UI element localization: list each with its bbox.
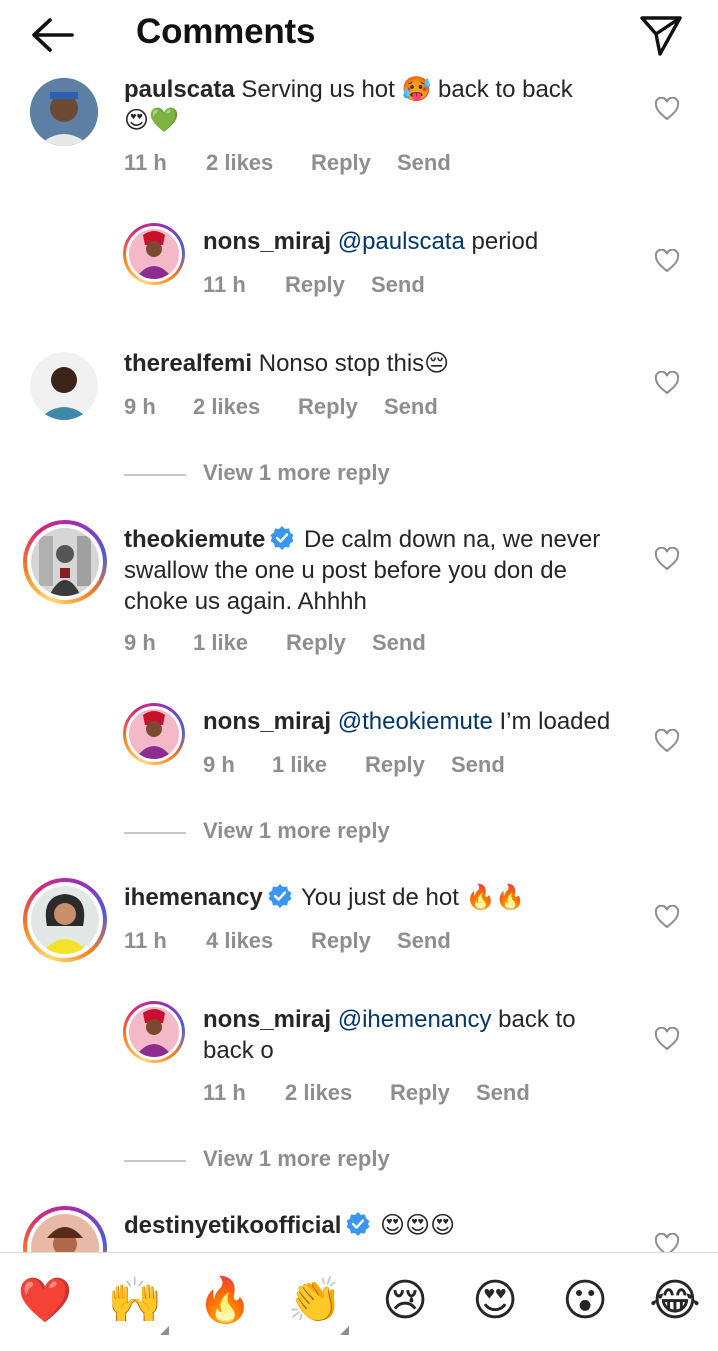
- arrow-left-icon[interactable]: [28, 14, 78, 56]
- comment-text: nons_miraj @theokiemute I’m loaded: [203, 708, 611, 735]
- likes-count[interactable]: 4 likes: [206, 928, 273, 954]
- avatar[interactable]: [23, 1206, 107, 1252]
- likes-count[interactable]: 1 like: [193, 630, 248, 656]
- comment-time: 9 h: [203, 752, 235, 777]
- username[interactable]: destinyetikoofficial: [124, 1212, 341, 1239]
- avatar[interactable]: [23, 520, 107, 604]
- comment-time: 11 h: [203, 1080, 246, 1105]
- send-button[interactable]: Send: [397, 150, 451, 176]
- tears-of-joy-emoji-button[interactable]: 😂: [645, 1276, 705, 1326]
- comment-text: nons_miraj @paulscata period: [203, 228, 539, 255]
- send-button[interactable]: Send: [397, 928, 451, 954]
- heart-eyes-emoji-button[interactable]: 😍: [465, 1276, 525, 1326]
- raising-hands-emoji-button[interactable]: 🙌: [105, 1276, 165, 1326]
- comment-text: destinyetikoofficial 😍😍😍: [124, 1212, 456, 1239]
- comment-time: 11 h: [124, 928, 167, 953]
- reply-button[interactable]: Reply: [390, 1080, 450, 1106]
- likes-count[interactable]: 2 likes: [285, 1080, 352, 1106]
- comment-text: paulscata Serving us hot 🥵 back to back …: [124, 76, 573, 134]
- like-heart-icon[interactable]: [654, 1027, 680, 1051]
- reply-button[interactable]: Reply: [285, 272, 345, 298]
- skin-tone-indicator-icon: [340, 1326, 349, 1335]
- username[interactable]: ihemenancy: [124, 884, 263, 911]
- comment-time: 9 h: [124, 630, 156, 655]
- reply-button[interactable]: Reply: [311, 150, 371, 176]
- comment-text: nons_miraj @ihemenancy back to back o: [203, 1006, 576, 1064]
- quick-reaction-bar: ❤️ 🙌 🔥 👏 😢 😍 😮 😂: [0, 1252, 718, 1351]
- likes-count[interactable]: 2 likes: [206, 150, 273, 176]
- comment-text: therealfemi Nonso stop this😔: [124, 350, 450, 377]
- surprised-face-emoji-button[interactable]: 😮: [555, 1276, 615, 1326]
- top-app-bar: Comments: [0, 0, 718, 70]
- send-button[interactable]: Send: [476, 1080, 530, 1106]
- send-button[interactable]: Send: [371, 272, 425, 298]
- verified-badge-icon: [268, 884, 292, 908]
- like-heart-icon[interactable]: [654, 729, 680, 753]
- reply-button[interactable]: Reply: [298, 394, 358, 420]
- send-button[interactable]: Send: [372, 630, 426, 656]
- paper-plane-icon[interactable]: [636, 10, 686, 60]
- username[interactable]: nons_miraj: [203, 1006, 331, 1033]
- username[interactable]: paulscata: [124, 76, 235, 103]
- clapping-hands-emoji-button[interactable]: 👏: [285, 1276, 345, 1326]
- like-heart-icon[interactable]: [654, 249, 680, 273]
- avatar[interactable]: [123, 703, 185, 765]
- comment-time: 11 h: [124, 150, 167, 175]
- likes-count[interactable]: 2 likes: [193, 394, 260, 420]
- avatar[interactable]: [123, 1001, 185, 1063]
- username[interactable]: therealfemi: [124, 350, 252, 377]
- comment-time: 11 h: [203, 272, 246, 297]
- avatar[interactable]: [30, 78, 98, 146]
- skin-tone-indicator-icon: [160, 1326, 169, 1335]
- avatar[interactable]: [23, 878, 107, 962]
- avatar[interactable]: [123, 223, 185, 285]
- comments-list[interactable]: paulscata Serving us hot 🥵 back to back …: [0, 0, 718, 1252]
- page-title: Comments: [136, 12, 316, 51]
- send-button[interactable]: Send: [451, 752, 505, 778]
- reply-button[interactable]: Reply: [286, 630, 346, 656]
- reply-button[interactable]: Reply: [365, 752, 425, 778]
- likes-count[interactable]: 1 like: [272, 752, 327, 778]
- like-heart-icon[interactable]: [654, 371, 680, 395]
- comment-text: ihemenancy You just de hot 🔥🔥: [124, 884, 526, 911]
- comment-text: theokiemute De calm down na, we never sw…: [124, 526, 601, 615]
- username[interactable]: nons_miraj: [203, 228, 331, 255]
- username[interactable]: nons_miraj: [203, 708, 331, 735]
- like-heart-icon[interactable]: [654, 905, 680, 929]
- like-heart-icon[interactable]: [654, 97, 680, 121]
- verified-badge-icon: [346, 1212, 370, 1236]
- mention-link[interactable]: @ihemenancy: [338, 1006, 492, 1033]
- mention-link[interactable]: @theokiemute: [338, 708, 493, 735]
- fire-emoji-button[interactable]: 🔥: [195, 1276, 255, 1326]
- red-heart-emoji-button[interactable]: ❤️: [15, 1276, 75, 1326]
- verified-badge-icon: [270, 526, 294, 550]
- crying-face-emoji-button[interactable]: 😢: [375, 1276, 435, 1326]
- like-heart-icon[interactable]: [654, 547, 680, 571]
- like-heart-icon[interactable]: [654, 1233, 680, 1252]
- avatar[interactable]: [30, 352, 98, 420]
- username[interactable]: theokiemute: [124, 526, 265, 553]
- send-button[interactable]: Send: [384, 394, 438, 420]
- reply-button[interactable]: Reply: [311, 928, 371, 954]
- comment-time: 9 h: [124, 394, 156, 419]
- mention-link[interactable]: @paulscata: [338, 228, 465, 255]
